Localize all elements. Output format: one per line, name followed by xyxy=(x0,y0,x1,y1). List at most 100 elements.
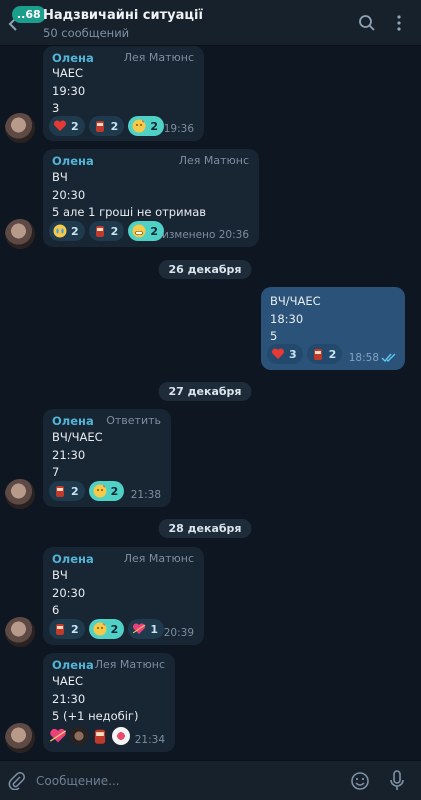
message-bubble[interactable]: Олена Лея Матюнс ВЧ 20:30 5 але 1 гроші … xyxy=(43,149,259,247)
sender-name[interactable]: Олена xyxy=(52,154,94,168)
microphone-icon[interactable] xyxy=(389,770,405,792)
kissing-face-icon xyxy=(93,622,107,636)
reaction-cup[interactable] xyxy=(91,726,109,746)
sender-avatar[interactable] xyxy=(5,723,35,753)
reaction-count: 2 xyxy=(71,119,79,133)
reaction-avatar[interactable] xyxy=(112,726,130,746)
message-line: ВЧ/ЧАЕС xyxy=(52,430,103,444)
reaction-heart[interactable]: 2 xyxy=(49,116,85,136)
reaction-count: 2 xyxy=(71,622,79,636)
cup-icon xyxy=(95,226,104,237)
reaction-count: 2 xyxy=(110,622,119,636)
double-check-icon xyxy=(381,353,396,362)
sender-avatar[interactable] xyxy=(5,617,35,647)
message-line: 6 xyxy=(52,603,60,617)
reaction-heart-broken[interactable] xyxy=(49,726,67,746)
message-line: 7 xyxy=(52,465,60,479)
sender-name[interactable]: Олена xyxy=(52,552,94,566)
reaction-cup[interactable]: 2 xyxy=(49,481,85,501)
reactions-row: 2 2 1 xyxy=(49,619,164,639)
reaction-count: 2 xyxy=(150,224,158,238)
message-line: ЧАЕС xyxy=(52,66,84,80)
reaction-cup[interactable]: 2 xyxy=(88,221,125,241)
date-separator: 28 декабря xyxy=(158,519,252,538)
sender-name[interactable]: Олена xyxy=(52,414,94,428)
message-bubble[interactable]: Олена Лея Матюнс ЧАЕС 21:30 5 (+1 недобі… xyxy=(43,653,175,752)
reactions-row: 2 2 2 xyxy=(49,221,164,241)
message-line: ВЧ/ЧАЕС xyxy=(270,294,321,308)
kissing-face-icon xyxy=(93,484,107,498)
reaction-grin[interactable]: 2 xyxy=(128,221,164,241)
reply-button[interactable]: Ответить xyxy=(106,414,161,427)
sender-avatar[interactable] xyxy=(5,113,35,143)
search-icon[interactable] xyxy=(358,14,376,32)
reaction-count: 2 xyxy=(110,119,119,133)
reaction-count: 1 xyxy=(150,622,158,636)
paperclip-icon[interactable] xyxy=(8,772,26,790)
message-time: 20:39 xyxy=(163,627,194,639)
message-line: 3 xyxy=(52,101,60,115)
author-tag: Лея Матюнс xyxy=(123,552,194,565)
reaction-kiss[interactable]: 2 xyxy=(128,116,164,136)
grinning-face-icon xyxy=(132,224,146,238)
message-line: 21:30 xyxy=(52,447,86,462)
message-line: 5 xyxy=(270,329,278,343)
user-avatar-icon xyxy=(112,727,130,745)
heart-icon xyxy=(271,348,285,359)
chat-member-count: 50 сообщений xyxy=(43,26,130,40)
message-time: изменено 20:36 xyxy=(162,229,249,241)
sender-name[interactable]: Олена xyxy=(52,658,94,672)
author-tag: Лея Матюнс xyxy=(123,51,194,64)
message-input[interactable] xyxy=(36,770,336,792)
date-separator: 26 декабря xyxy=(158,260,252,279)
sender-name[interactable]: Олена xyxy=(52,51,94,65)
reaction-count: 3 xyxy=(289,347,297,361)
reaction-heart-broken[interactable]: 1 xyxy=(128,619,164,639)
message-time: 18:58 xyxy=(348,352,379,364)
reactions-row: 2 2 2 xyxy=(49,116,164,136)
chat-header: ..68 Надзвичайні ситуації 50 сообщений xyxy=(0,0,421,46)
message-line: 18:30 xyxy=(270,311,304,326)
date-separator: 27 декабря xyxy=(158,382,252,401)
reaction-count: 2 xyxy=(150,119,158,133)
reactions-row: 2 2 xyxy=(49,481,125,501)
sender-avatar[interactable] xyxy=(5,479,35,509)
reactions-row: 3 2 xyxy=(267,344,343,364)
reaction-count: 2 xyxy=(328,347,337,361)
chat-title[interactable]: Надзвичайні ситуації xyxy=(43,8,203,23)
message-time: 21:38 xyxy=(130,489,161,501)
cup-icon xyxy=(56,624,64,635)
unread-count-badge[interactable]: ..68 xyxy=(12,6,46,23)
message-time: 21:34 xyxy=(134,734,165,746)
message-bubble[interactable]: Олена Лея Матюнс ВЧ 20:30 6 2 2 1 20:39 xyxy=(43,547,204,645)
reaction-avatar[interactable] xyxy=(70,726,88,746)
cup-icon xyxy=(313,349,322,360)
heart-icon xyxy=(53,120,67,131)
reaction-cup[interactable]: 2 xyxy=(306,344,343,364)
emoji-icon[interactable] xyxy=(350,771,370,791)
more-options-icon[interactable] xyxy=(396,14,402,32)
reaction-kiss[interactable]: 2 xyxy=(88,481,125,501)
reaction-count: 2 xyxy=(71,484,79,498)
cup-icon xyxy=(94,729,106,744)
message-bubble[interactable]: Олена Лея Матюнс ЧАЕС 19:30 3 2 2 2 19:3… xyxy=(43,46,204,141)
author-tag: Лея Матюнс xyxy=(94,658,165,671)
message-bubble[interactable]: Олена Ответить ВЧ/ЧАЕС 21:30 7 2 2 21:38 xyxy=(43,409,171,507)
reaction-cup[interactable]: 2 xyxy=(88,116,125,136)
message-line: 21:30 xyxy=(52,691,86,706)
reaction-count: 2 xyxy=(71,224,79,238)
message-composer xyxy=(0,760,421,800)
reaction-cry[interactable]: 2 xyxy=(49,221,85,241)
reaction-heart[interactable]: 3 xyxy=(267,344,303,364)
sender-avatar[interactable] xyxy=(5,219,35,249)
reaction-cup[interactable]: 2 xyxy=(49,619,85,639)
reactions-row xyxy=(49,726,130,746)
reaction-count: 2 xyxy=(110,484,119,498)
message-line: 19:30 xyxy=(52,83,86,98)
cup-icon xyxy=(56,486,64,497)
reaction-kiss[interactable]: 2 xyxy=(88,619,125,639)
message-line: ВЧ xyxy=(52,170,68,184)
message-bubble-outgoing[interactable]: ВЧ/ЧАЕС 18:30 5 3 2 18:58 xyxy=(261,287,405,370)
message-line: 5 (+1 недобіг) xyxy=(52,709,139,723)
message-line: 20:30 xyxy=(52,585,86,600)
